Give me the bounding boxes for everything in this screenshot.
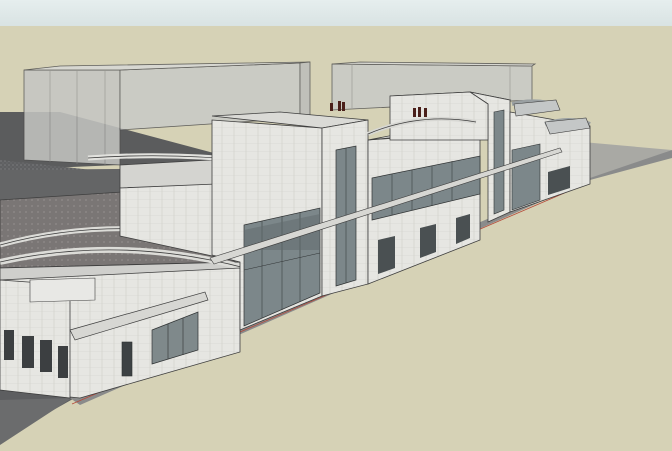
scene-drawing: [0, 61, 672, 445]
3d-model-viewport[interactable]: [0, 0, 672, 451]
